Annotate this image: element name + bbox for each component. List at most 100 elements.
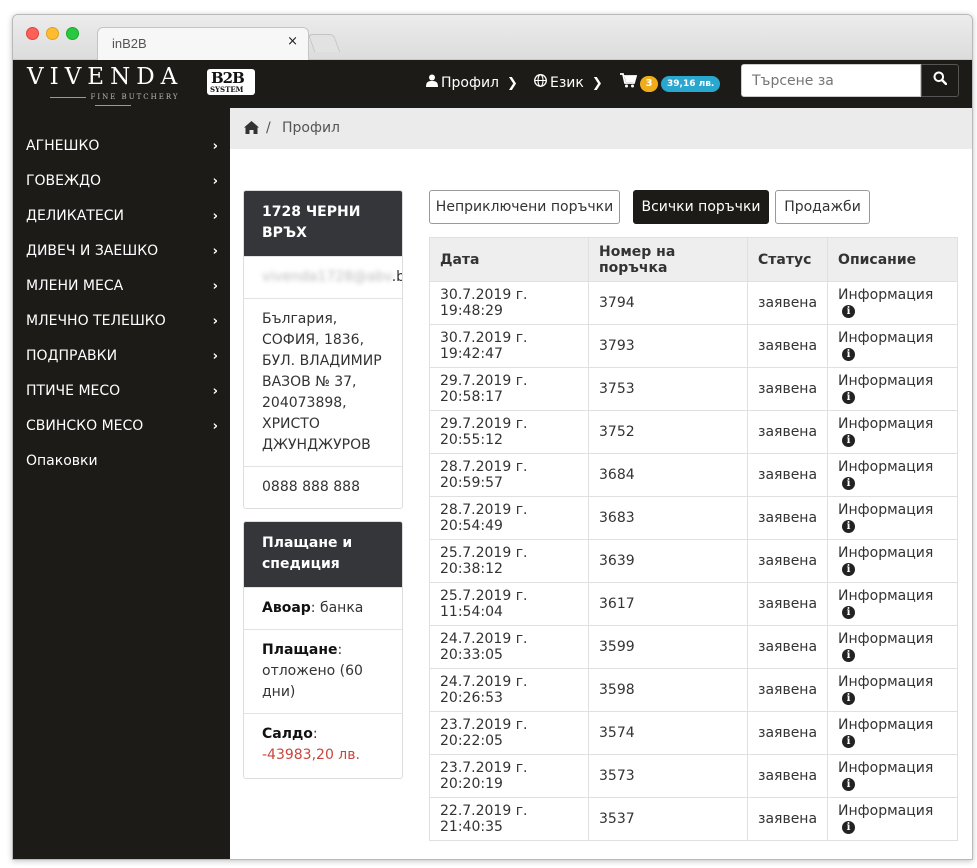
close-window-icon[interactable] bbox=[26, 27, 39, 40]
browser-tab[interactable]: inB2B × bbox=[97, 27, 309, 61]
info-link[interactable]: Информация bbox=[838, 631, 933, 647]
table-row[interactable]: 30.7.2019 г. 19:48:29 3794 заявена Информац… bbox=[429, 281, 958, 325]
sidebar-item-lamb[interactable]: АГНЕШКО › bbox=[13, 129, 230, 164]
date-cell: 28.7.2019 г. 20:54:49 bbox=[429, 496, 589, 540]
table-row[interactable]: 22.7.2019 г. 21:40:35 3537 заявена Информац… bbox=[429, 797, 958, 841]
column-header-date[interactable]: Дата bbox=[429, 237, 589, 282]
column-header-status[interactable]: Статус bbox=[746, 237, 829, 282]
order-number-cell: 3599 bbox=[588, 625, 748, 669]
sidebar-item-poultry[interactable]: ПТИЧЕ МЕСО › bbox=[13, 374, 230, 409]
chevron-right-icon: › bbox=[212, 209, 218, 224]
chevron-right-icon: › bbox=[212, 419, 218, 434]
date-cell: 22.7.2019 г. 21:40:35 bbox=[429, 797, 589, 841]
order-number-cell: 3639 bbox=[588, 539, 748, 583]
info-icon[interactable]: i bbox=[842, 434, 856, 447]
sidebar-item-label: ПОДПРАВКИ bbox=[26, 348, 118, 364]
info-icon[interactable]: i bbox=[842, 692, 856, 705]
order-number-cell: 3793 bbox=[588, 324, 748, 368]
user-icon bbox=[426, 74, 438, 91]
description-cell: Информация i bbox=[827, 324, 958, 368]
info-link[interactable]: Информация bbox=[838, 416, 933, 432]
status-cell: заявена bbox=[746, 582, 829, 626]
status-cell: заявена bbox=[746, 496, 829, 540]
courier-label: Авоар bbox=[262, 600, 311, 616]
chevron-right-icon: ❯ bbox=[591, 76, 603, 91]
info-link[interactable]: Информация bbox=[838, 803, 933, 819]
browser-tab-title: inB2B bbox=[112, 36, 147, 51]
order-number-cell: 3683 bbox=[588, 496, 748, 540]
customer-email: vivenda1728@abv.bg bbox=[244, 256, 402, 298]
table-row[interactable]: 29.7.2019 г. 20:55:12 3752 заявена Информац… bbox=[429, 410, 958, 454]
info-icon[interactable]: i bbox=[842, 477, 856, 490]
sidebar-item-veal[interactable]: МЛЕЧНО ТЕЛЕШКО › bbox=[13, 304, 230, 339]
info-icon[interactable]: i bbox=[842, 606, 856, 619]
payment-panel: Плащане и спедиция Авоар: банка Плащане:… bbox=[243, 521, 403, 779]
sidebar-item-beef[interactable]: ГОВЕЖДО › bbox=[13, 164, 230, 199]
status-cell: заявена bbox=[746, 410, 829, 454]
info-link[interactable]: Информация bbox=[838, 287, 933, 303]
table-row[interactable]: 29.7.2019 г. 20:58:17 3753 заявена Информац… bbox=[429, 367, 958, 411]
order-number-cell: 3573 bbox=[588, 754, 748, 798]
tab-pending-orders[interactable]: Неприключени поръчки bbox=[429, 190, 620, 224]
info-link[interactable]: Информация bbox=[838, 373, 933, 389]
cart-count-badge: 3 bbox=[640, 76, 658, 92]
sidebar-item-spices[interactable]: ПОДПРАВКИ › bbox=[13, 339, 230, 374]
maximize-window-icon[interactable] bbox=[66, 27, 79, 40]
sidebar-item-packaging[interactable]: Опаковки bbox=[13, 444, 230, 479]
table-row[interactable]: 28.7.2019 г. 20:54:49 3683 заявена Информац… bbox=[429, 496, 958, 540]
sidebar-item-minced-meat[interactable]: МЛЕНИ МЕСА › bbox=[13, 269, 230, 304]
sidebar-item-game-rabbit[interactable]: ДИВЕЧ И ЗАЕШКО › bbox=[13, 234, 230, 269]
table-row[interactable]: 23.7.2019 г. 20:20:19 3573 заявена Информац… bbox=[429, 754, 958, 798]
info-link[interactable]: Информация bbox=[838, 459, 933, 475]
tab-sales[interactable]: Продажби bbox=[775, 190, 870, 224]
table-row[interactable]: 23.7.2019 г. 20:22:05 3574 заявена Информац… bbox=[429, 711, 958, 755]
table-row[interactable]: 24.7.2019 г. 20:33:05 3599 заявена Информац… bbox=[429, 625, 958, 669]
column-header-description[interactable]: Описание bbox=[827, 237, 958, 282]
table-row[interactable]: 24.7.2019 г. 20:26:53 3598 заявена Информац… bbox=[429, 668, 958, 712]
profile-label: Профил bbox=[441, 75, 499, 91]
status-cell: заявена bbox=[746, 668, 829, 712]
info-icon[interactable]: i bbox=[842, 778, 856, 791]
table-row[interactable]: 25.7.2019 г. 11:54:04 3617 заявена Информац… bbox=[429, 582, 958, 626]
info-link[interactable]: Информация bbox=[838, 588, 933, 604]
column-header-number[interactable]: Номер на поръчка bbox=[588, 237, 748, 282]
top-navbar: VIVENDA FINE BUTCHERY B2B SYSTEM Профил ❯… bbox=[13, 60, 972, 108]
minimize-window-icon[interactable] bbox=[46, 27, 59, 40]
info-icon[interactable]: i bbox=[842, 649, 856, 662]
info-icon[interactable]: i bbox=[842, 563, 856, 576]
customer-panel: 1728 ЧЕРНИ ВРЪХ vivenda1728@abv.bg Бълга… bbox=[243, 190, 403, 509]
vivenda-logo[interactable]: VIVENDA FINE BUTCHERY bbox=[27, 64, 199, 102]
sidebar-item-label: ГОВЕЖДО bbox=[26, 173, 102, 189]
table-row[interactable]: 28.7.2019 г. 20:59:57 3684 заявена Информац… bbox=[429, 453, 958, 497]
table-header-row: Дата Номер на поръчка Статус Описание bbox=[429, 237, 958, 282]
info-icon[interactable]: i bbox=[842, 305, 856, 318]
profile-menu[interactable]: Профил ❯ bbox=[426, 74, 518, 91]
info-icon[interactable]: i bbox=[842, 520, 856, 533]
tab-all-orders[interactable]: Всички поръчки bbox=[633, 190, 769, 224]
home-icon[interactable] bbox=[244, 108, 259, 149]
info-link[interactable]: Информация bbox=[838, 717, 933, 733]
search-button[interactable] bbox=[921, 64, 959, 97]
info-icon[interactable]: i bbox=[842, 391, 856, 404]
info-link[interactable]: Информация bbox=[838, 760, 933, 776]
info-link[interactable]: Информация bbox=[838, 674, 933, 690]
info-icon[interactable]: i bbox=[842, 348, 856, 361]
search-input[interactable] bbox=[741, 64, 921, 97]
description-cell: Информация i bbox=[827, 453, 958, 497]
info-link[interactable]: Информация bbox=[838, 545, 933, 561]
tab-close-icon[interactable]: × bbox=[287, 34, 298, 49]
table-row[interactable]: 30.7.2019 г. 19:42:47 3793 заявена Информац… bbox=[429, 324, 958, 368]
sidebar-item-delicatessen[interactable]: ДЕЛИКАТЕСИ › bbox=[13, 199, 230, 234]
language-menu[interactable]: Език ❯ bbox=[534, 74, 603, 91]
chevron-right-icon: › bbox=[212, 174, 218, 189]
info-link[interactable]: Информация bbox=[838, 330, 933, 346]
info-link[interactable]: Информация bbox=[838, 502, 933, 518]
new-tab-button[interactable] bbox=[307, 34, 341, 52]
sidebar-item-pork[interactable]: СВИНСКО МЕСО › bbox=[13, 409, 230, 444]
customer-title: 1728 ЧЕРНИ ВРЪХ bbox=[244, 191, 402, 256]
info-icon[interactable]: i bbox=[842, 735, 856, 748]
logo-text: VIVENDA bbox=[27, 64, 184, 90]
table-row[interactable]: 25.7.2019 г. 20:38:12 3639 заявена Информац… bbox=[429, 539, 958, 583]
order-number-cell: 3752 bbox=[588, 410, 748, 454]
info-icon[interactable]: i bbox=[842, 821, 856, 834]
